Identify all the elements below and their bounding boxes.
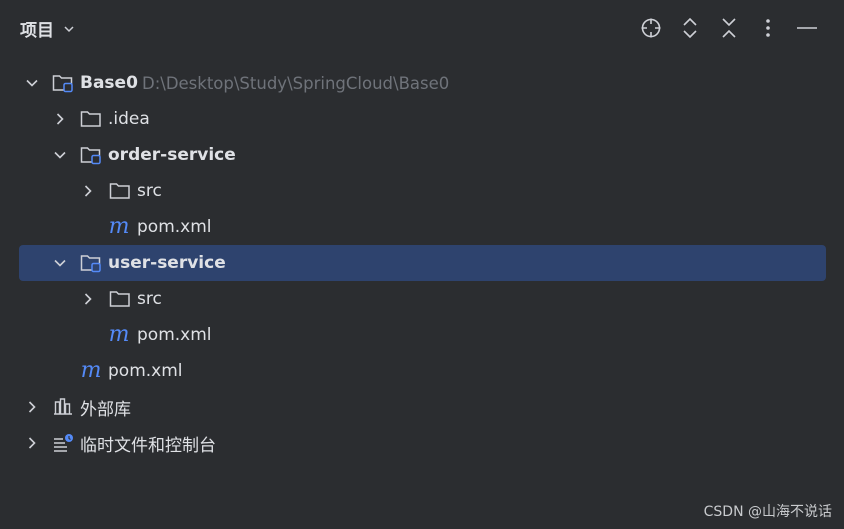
chevron-right-icon[interactable] bbox=[81, 292, 95, 306]
tree-row-idea-folder[interactable]: .idea bbox=[0, 101, 844, 137]
module-folder-icon bbox=[80, 145, 102, 165]
expand-all-icon[interactable] bbox=[670, 14, 709, 42]
pom-file-label: pom.xml bbox=[137, 217, 212, 237]
folder-icon bbox=[80, 109, 102, 129]
user-service-label: user-service bbox=[108, 253, 226, 273]
chevron-right-icon[interactable] bbox=[25, 436, 39, 450]
idea-folder-label: .idea bbox=[108, 109, 150, 129]
order-service-label: order-service bbox=[108, 145, 236, 165]
maven-icon: m bbox=[108, 214, 130, 239]
chevron-down-icon[interactable] bbox=[53, 256, 67, 270]
project-tree: Base0 D:\Desktop\Study\SpringCloud\Base0… bbox=[0, 65, 844, 461]
more-options-icon[interactable] bbox=[748, 14, 787, 42]
project-view-title: 项目 bbox=[20, 21, 54, 41]
folder-icon bbox=[109, 181, 131, 201]
tree-row-user-service-module[interactable]: user-service bbox=[19, 245, 826, 281]
tree-row-order-service-pom[interactable]: m pom.xml bbox=[0, 209, 844, 245]
pom-file-label: pom.xml bbox=[108, 361, 183, 381]
src-folder-label: src bbox=[137, 181, 162, 201]
locate-icon[interactable] bbox=[631, 14, 670, 42]
chevron-right-icon[interactable] bbox=[53, 112, 67, 126]
chevron-right-icon[interactable] bbox=[25, 400, 39, 414]
library-icon bbox=[52, 397, 74, 417]
maven-icon: m bbox=[80, 358, 102, 383]
tree-row-user-service-src[interactable]: src bbox=[0, 281, 844, 317]
tree-row-scratches-consoles[interactable]: 临时文件和控制台 bbox=[0, 425, 844, 461]
module-folder-icon bbox=[80, 253, 102, 273]
root-module-path: D:\Desktop\Study\SpringCloud\Base0 bbox=[142, 73, 450, 93]
scratch-file-icon bbox=[52, 433, 74, 453]
project-view-selector[interactable]: 项目 bbox=[20, 16, 76, 41]
tree-row-order-service-module[interactable]: order-service bbox=[0, 137, 844, 173]
watermark-text: CSDN @山海不说话 bbox=[703, 504, 832, 520]
module-folder-icon bbox=[52, 73, 74, 93]
tree-row-user-service-pom[interactable]: m pom.xml bbox=[0, 317, 844, 353]
tree-row-order-service-src[interactable]: src bbox=[0, 173, 844, 209]
chevron-down-icon[interactable] bbox=[25, 76, 39, 90]
chevron-down-icon[interactable] bbox=[53, 148, 67, 162]
root-module-label: Base0 bbox=[80, 73, 138, 93]
tree-row-external-libraries[interactable]: 外部库 bbox=[0, 389, 844, 425]
maven-icon: m bbox=[108, 322, 130, 347]
external-libraries-label: 外部库 bbox=[80, 399, 131, 420]
pom-file-label: pom.xml bbox=[137, 325, 212, 345]
tree-row-root-module[interactable]: Base0 D:\Desktop\Study\SpringCloud\Base0 bbox=[0, 65, 844, 101]
project-tool-window-header: 项目 bbox=[0, 0, 844, 56]
collapse-all-icon[interactable] bbox=[709, 14, 748, 42]
chevron-right-icon[interactable] bbox=[81, 184, 95, 198]
toolbar bbox=[631, 14, 826, 42]
folder-icon bbox=[109, 289, 131, 309]
chevron-down-icon bbox=[62, 22, 76, 36]
tree-row-root-pom[interactable]: m pom.xml bbox=[0, 353, 844, 389]
minimize-icon[interactable] bbox=[787, 14, 826, 42]
scratches-consoles-label: 临时文件和控制台 bbox=[80, 435, 216, 456]
src-folder-label: src bbox=[137, 289, 162, 309]
